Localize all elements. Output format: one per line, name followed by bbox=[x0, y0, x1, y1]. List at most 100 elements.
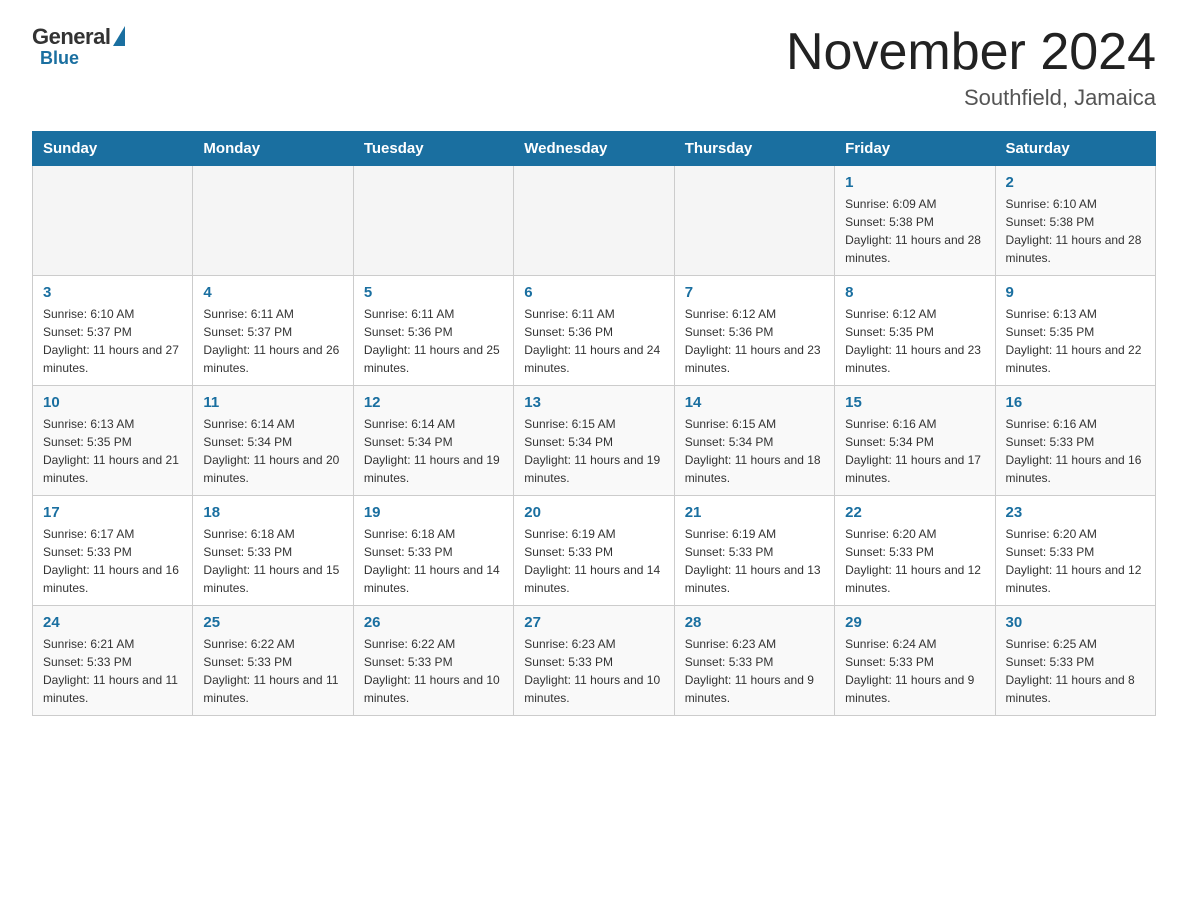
day-number: 6 bbox=[524, 284, 663, 301]
calendar-cell: 3 Sunrise: 6:10 AM Sunset: 5:37 PM Daylig… bbox=[33, 276, 193, 386]
day-number: 10 bbox=[43, 394, 182, 411]
day-info: Sunrise: 6:20 AM Sunset: 5:33 PM Dayligh… bbox=[845, 525, 984, 597]
calendar-table: SundayMondayTuesdayWednesdayThursdayFrid… bbox=[32, 131, 1156, 716]
calendar-week-row: 1Sunrise: 6:09 AM Sunset: 5:38 PM Daylig… bbox=[33, 166, 1156, 276]
day-number: 18 bbox=[203, 504, 342, 521]
column-header-monday: Monday bbox=[193, 132, 353, 166]
calendar-cell: 14 Sunrise: 6:15 AM Sunset: 5:34 PM Dayli… bbox=[674, 386, 834, 496]
day-number: 25 bbox=[203, 614, 342, 631]
calendar-cell: 15 Sunrise: 6:16 AM Sunset: 5:34 PM Dayli… bbox=[835, 386, 995, 496]
day-number: 28 bbox=[685, 614, 824, 631]
calendar-cell: 4 Sunrise: 6:11 AM Sunset: 5:37 PM Daylig… bbox=[193, 276, 353, 386]
month-title: November 2024 bbox=[786, 24, 1156, 81]
day-info: Sunrise: 6:13 AM Sunset: 5:35 PM Dayligh… bbox=[43, 415, 182, 487]
day-info: Sunrise: 6:14 AM Sunset: 5:34 PM Dayligh… bbox=[203, 415, 342, 487]
calendar-cell: 27 Sunrise: 6:23 AM Sunset: 5:33 PM Dayli… bbox=[514, 606, 674, 716]
day-number: 8 bbox=[845, 284, 984, 301]
calendar-cell: 16Sunrise: 6:16 AM Sunset: 5:33 PM Dayli… bbox=[995, 386, 1155, 496]
day-info: Sunrise: 6:16 AM Sunset: 5:34 PM Dayligh… bbox=[845, 415, 984, 487]
calendar-week-row: 3 Sunrise: 6:10 AM Sunset: 5:37 PM Daylig… bbox=[33, 276, 1156, 386]
calendar-week-row: 17Sunrise: 6:17 AM Sunset: 5:33 PM Dayli… bbox=[33, 496, 1156, 606]
day-number: 27 bbox=[524, 614, 663, 631]
day-number: 3 bbox=[43, 284, 182, 301]
day-number: 11 bbox=[203, 394, 342, 411]
column-header-friday: Friday bbox=[835, 132, 995, 166]
column-header-tuesday: Tuesday bbox=[353, 132, 513, 166]
day-info: Sunrise: 6:12 AM Sunset: 5:36 PM Dayligh… bbox=[685, 305, 824, 377]
day-info: Sunrise: 6:20 AM Sunset: 5:33 PM Dayligh… bbox=[1006, 525, 1145, 597]
logo-blue-text: Blue bbox=[40, 48, 79, 69]
calendar-cell: 26 Sunrise: 6:22 AM Sunset: 5:33 PM Dayli… bbox=[353, 606, 513, 716]
calendar-cell: 19Sunrise: 6:18 AM Sunset: 5:33 PM Dayli… bbox=[353, 496, 513, 606]
calendar-header-row: SundayMondayTuesdayWednesdayThursdayFrid… bbox=[33, 132, 1156, 166]
calendar-cell bbox=[514, 166, 674, 276]
day-info: Sunrise: 6:11 AM Sunset: 5:36 PM Dayligh… bbox=[524, 305, 663, 377]
calendar-cell: 29 Sunrise: 6:24 AM Sunset: 5:33 PM Dayli… bbox=[835, 606, 995, 716]
day-number: 17 bbox=[43, 504, 182, 521]
calendar-cell: 10 Sunrise: 6:13 AM Sunset: 5:35 PM Dayli… bbox=[33, 386, 193, 496]
calendar-cell: 24 Sunrise: 6:21 AM Sunset: 5:33 PM Dayli… bbox=[33, 606, 193, 716]
day-info: Sunrise: 6:15 AM Sunset: 5:34 PM Dayligh… bbox=[524, 415, 663, 487]
day-number: 22 bbox=[845, 504, 984, 521]
calendar-cell bbox=[674, 166, 834, 276]
day-info: Sunrise: 6:13 AM Sunset: 5:35 PM Dayligh… bbox=[1006, 305, 1145, 377]
day-number: 24 bbox=[43, 614, 182, 631]
calendar-cell bbox=[33, 166, 193, 276]
calendar-cell: 20Sunrise: 6:19 AM Sunset: 5:33 PM Dayli… bbox=[514, 496, 674, 606]
day-number: 20 bbox=[524, 504, 663, 521]
day-info: Sunrise: 6:22 AM Sunset: 5:33 PM Dayligh… bbox=[364, 635, 503, 707]
calendar-cell: 8 Sunrise: 6:12 AM Sunset: 5:35 PM Daylig… bbox=[835, 276, 995, 386]
calendar-cell: 28 Sunrise: 6:23 AM Sunset: 5:33 PM Dayli… bbox=[674, 606, 834, 716]
day-info: Sunrise: 6:23 AM Sunset: 5:33 PM Dayligh… bbox=[524, 635, 663, 707]
day-info: Sunrise: 6:18 AM Sunset: 5:33 PM Dayligh… bbox=[203, 525, 342, 597]
day-info: Sunrise: 6:12 AM Sunset: 5:35 PM Dayligh… bbox=[845, 305, 984, 377]
calendar-cell: 23 Sunrise: 6:20 AM Sunset: 5:33 PM Dayli… bbox=[995, 496, 1155, 606]
day-info: Sunrise: 6:10 AM Sunset: 5:37 PM Dayligh… bbox=[43, 305, 182, 377]
calendar-cell: 2Sunrise: 6:10 AM Sunset: 5:38 PM Daylig… bbox=[995, 166, 1155, 276]
day-number: 15 bbox=[845, 394, 984, 411]
day-info: Sunrise: 6:19 AM Sunset: 5:33 PM Dayligh… bbox=[685, 525, 824, 597]
calendar-cell bbox=[193, 166, 353, 276]
day-number: 29 bbox=[845, 614, 984, 631]
calendar-cell: 1Sunrise: 6:09 AM Sunset: 5:38 PM Daylig… bbox=[835, 166, 995, 276]
calendar-cell: 5Sunrise: 6:11 AM Sunset: 5:36 PM Daylig… bbox=[353, 276, 513, 386]
logo-triangle-icon bbox=[113, 26, 125, 46]
day-info: Sunrise: 6:11 AM Sunset: 5:37 PM Dayligh… bbox=[203, 305, 342, 377]
calendar-cell: 11 Sunrise: 6:14 AM Sunset: 5:34 PM Dayli… bbox=[193, 386, 353, 496]
day-info: Sunrise: 6:22 AM Sunset: 5:33 PM Dayligh… bbox=[203, 635, 342, 707]
day-info: Sunrise: 6:24 AM Sunset: 5:33 PM Dayligh… bbox=[845, 635, 984, 707]
day-number: 4 bbox=[203, 284, 342, 301]
calendar-cell: 22 Sunrise: 6:20 AM Sunset: 5:33 PM Dayli… bbox=[835, 496, 995, 606]
logo: General Blue bbox=[32, 24, 125, 69]
column-header-thursday: Thursday bbox=[674, 132, 834, 166]
day-info: Sunrise: 6:21 AM Sunset: 5:33 PM Dayligh… bbox=[43, 635, 182, 707]
logo-general-text: General bbox=[32, 24, 110, 50]
day-number: 13 bbox=[524, 394, 663, 411]
calendar-cell: 30 Sunrise: 6:25 AM Sunset: 5:33 PM Dayli… bbox=[995, 606, 1155, 716]
calendar-cell: 6 Sunrise: 6:11 AM Sunset: 5:36 PM Daylig… bbox=[514, 276, 674, 386]
day-number: 26 bbox=[364, 614, 503, 631]
day-number: 19 bbox=[364, 504, 503, 521]
column-header-wednesday: Wednesday bbox=[514, 132, 674, 166]
day-info: Sunrise: 6:25 AM Sunset: 5:33 PM Dayligh… bbox=[1006, 635, 1145, 707]
column-header-sunday: Sunday bbox=[33, 132, 193, 166]
calendar-cell bbox=[353, 166, 513, 276]
calendar-cell: 7 Sunrise: 6:12 AM Sunset: 5:36 PM Daylig… bbox=[674, 276, 834, 386]
calendar-cell: 25 Sunrise: 6:22 AM Sunset: 5:33 PM Dayli… bbox=[193, 606, 353, 716]
column-header-saturday: Saturday bbox=[995, 132, 1155, 166]
day-number: 23 bbox=[1006, 504, 1145, 521]
day-number: 14 bbox=[685, 394, 824, 411]
day-info: Sunrise: 6:23 AM Sunset: 5:33 PM Dayligh… bbox=[685, 635, 824, 707]
calendar-cell: 13 Sunrise: 6:15 AM Sunset: 5:34 PM Dayli… bbox=[514, 386, 674, 496]
day-number: 16 bbox=[1006, 394, 1145, 411]
day-info: Sunrise: 6:14 AM Sunset: 5:34 PM Dayligh… bbox=[364, 415, 503, 487]
calendar-cell: 21 Sunrise: 6:19 AM Sunset: 5:33 PM Dayli… bbox=[674, 496, 834, 606]
day-number: 7 bbox=[685, 284, 824, 301]
calendar-cell: 18 Sunrise: 6:18 AM Sunset: 5:33 PM Dayli… bbox=[193, 496, 353, 606]
day-info: Sunrise: 6:10 AM Sunset: 5:38 PM Dayligh… bbox=[1006, 195, 1145, 267]
day-number: 21 bbox=[685, 504, 824, 521]
title-area: November 2024 Southfield, Jamaica bbox=[786, 24, 1156, 111]
day-number: 30 bbox=[1006, 614, 1145, 631]
calendar-cell: 17Sunrise: 6:17 AM Sunset: 5:33 PM Dayli… bbox=[33, 496, 193, 606]
day-info: Sunrise: 6:15 AM Sunset: 5:34 PM Dayligh… bbox=[685, 415, 824, 487]
